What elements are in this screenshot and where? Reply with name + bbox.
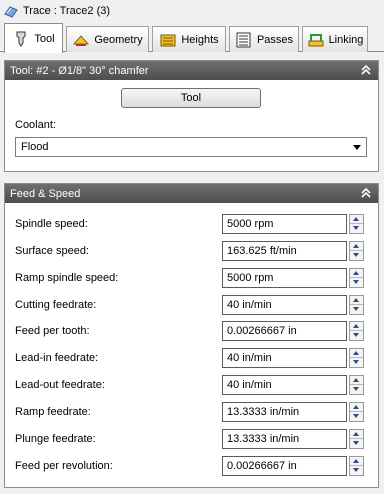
tab-geometry-label: Geometry [94,33,143,46]
spin-up-icon[interactable] [350,349,363,358]
tab-passes-label: Passes [256,33,294,46]
spindle-speed-spinner[interactable] [349,214,364,234]
spin-down-icon[interactable] [350,466,363,475]
spindle-speed-row: Spindle speed: 5000 rpm [5,214,378,236]
tab-passes[interactable]: Passes [229,26,299,52]
tab-linking[interactable]: Linking [302,26,368,52]
select-tool-button[interactable]: Tool [121,88,261,108]
coolant-value: Flood [21,141,49,153]
spin-down-icon[interactable] [350,331,363,340]
spin-down-icon[interactable] [350,224,363,233]
ramp-spindle-speed-row: Ramp spindle speed: 5000 rpm [5,268,378,290]
passes-icon [236,32,251,47]
collapse-icon[interactable] [360,64,372,76]
tab-linking-label: Linking [328,33,364,46]
tab-geometry[interactable]: Geometry [66,26,149,52]
feed-per-tooth-input[interactable]: 0.00266667 in [222,321,347,341]
cutting-feedrate-spinner[interactable] [349,295,364,315]
lead-in-feedrate-row: Lead-in feedrate: 40 in/min [5,348,378,370]
chevron-down-icon [353,145,361,150]
cutting-feedrate-input[interactable]: 40 in/min [222,295,347,315]
ramp-spindle-speed-spinner[interactable] [349,268,364,288]
spin-up-icon[interactable] [350,403,363,412]
cutting-feedrate-row: Cutting feedrate: 40 in/min [5,295,378,317]
spin-down-icon[interactable] [350,278,363,287]
tool-panel-header[interactable]: Tool: #2 - Ø1/8" 30° chamfer [5,61,378,80]
lead-in-feedrate-label: Lead-in feedrate: [15,352,99,364]
lead-out-feedrate-input[interactable]: 40 in/min [222,375,347,395]
feed-speed-panel-header[interactable]: Feed & Speed [5,184,378,203]
geometry-icon [73,34,90,46]
ramp-spindle-speed-input[interactable]: 5000 rpm [222,268,347,288]
tab-heights-label: Heights [181,33,219,46]
tab-heights[interactable]: Heights [152,26,226,52]
tool-holder-icon [16,31,26,47]
feed-speed-panel: Feed & Speed Spindle speed: 5000 rpm Sur… [4,183,379,488]
spin-down-icon[interactable] [350,412,363,421]
spindle-speed-label: Spindle speed: [15,218,88,230]
collapse-icon[interactable] [360,187,372,199]
feed-per-revolution-input[interactable]: 0.00266667 in [222,456,347,476]
coolant-dropdown[interactable]: Flood [15,137,367,157]
lead-in-feedrate-input[interactable]: 40 in/min [222,348,347,368]
plunge-feedrate-spinner[interactable] [349,429,364,449]
spin-up-icon[interactable] [350,296,363,305]
window-title-bar: Trace : Trace2 (3) [0,0,384,22]
surface-speed-input[interactable]: 163.625 ft/min [222,241,347,261]
ramp-feedrate-label: Ramp feedrate: [15,406,91,418]
plunge-feedrate-input[interactable]: 13.3333 in/min [222,429,347,449]
ramp-feedrate-input[interactable]: 13.3333 in/min [222,402,347,422]
tab-tool[interactable]: Tool [4,23,63,53]
feed-per-tooth-spinner[interactable] [349,321,364,341]
ramp-spindle-speed-label: Ramp spindle speed: [15,272,119,284]
heights-icon [160,34,176,46]
lead-out-feedrate-row: Lead-out feedrate: 40 in/min [5,375,378,397]
surface-speed-spinner[interactable] [349,241,364,261]
feed-per-revolution-spinner[interactable] [349,456,364,476]
spin-down-icon[interactable] [350,439,363,448]
spin-up-icon[interactable] [350,322,363,331]
spin-up-icon[interactable] [350,430,363,439]
feed-per-tooth-row: Feed per tooth: 0.00266667 in [5,321,378,343]
ramp-feedrate-spinner[interactable] [349,402,364,422]
lead-in-feedrate-spinner[interactable] [349,348,364,368]
tool-panel-title: Tool: #2 - Ø1/8" 30° chamfer [10,64,149,77]
feed-speed-panel-title: Feed & Speed [10,187,81,200]
spin-down-icon[interactable] [350,358,363,367]
coolant-label: Coolant: [15,119,56,131]
surface-speed-label: Surface speed: [15,245,89,257]
window-title: Trace : Trace2 (3) [23,5,111,17]
tab-tool-label: Tool [34,32,55,45]
lead-out-feedrate-label: Lead-out feedrate: [15,379,105,391]
lead-out-feedrate-spinner[interactable] [349,375,364,395]
spin-up-icon[interactable] [350,376,363,385]
spin-up-icon[interactable] [350,242,363,251]
feed-per-revolution-label: Feed per revolution: [15,460,113,472]
feed-per-tooth-label: Feed per tooth: [15,325,90,337]
spin-up-icon[interactable] [350,215,363,224]
cutting-feedrate-label: Cutting feedrate: [15,299,97,311]
spin-down-icon[interactable] [350,305,363,314]
spin-up-icon[interactable] [350,457,363,466]
spin-down-icon[interactable] [350,251,363,260]
spindle-speed-input[interactable]: 5000 rpm [222,214,347,234]
tool-panel: Tool: #2 - Ø1/8" 30° chamfer Tool Coolan… [4,60,379,172]
linking-icon [308,33,324,46]
tab-strip: Tool Geometry Heights Passes Linking [0,22,384,53]
spin-down-icon[interactable] [350,385,363,394]
plunge-feedrate-row: Plunge feedrate: 13.3333 in/min [5,429,378,451]
plunge-feedrate-label: Plunge feedrate: [15,433,96,445]
ramp-feedrate-row: Ramp feedrate: 13.3333 in/min [5,402,378,424]
spin-up-icon[interactable] [350,269,363,278]
surface-speed-row: Surface speed: 163.625 ft/min [5,241,378,263]
trace-operation-icon [4,6,18,18]
feed-per-revolution-row: Feed per revolution: 0.00266667 in [5,456,378,478]
